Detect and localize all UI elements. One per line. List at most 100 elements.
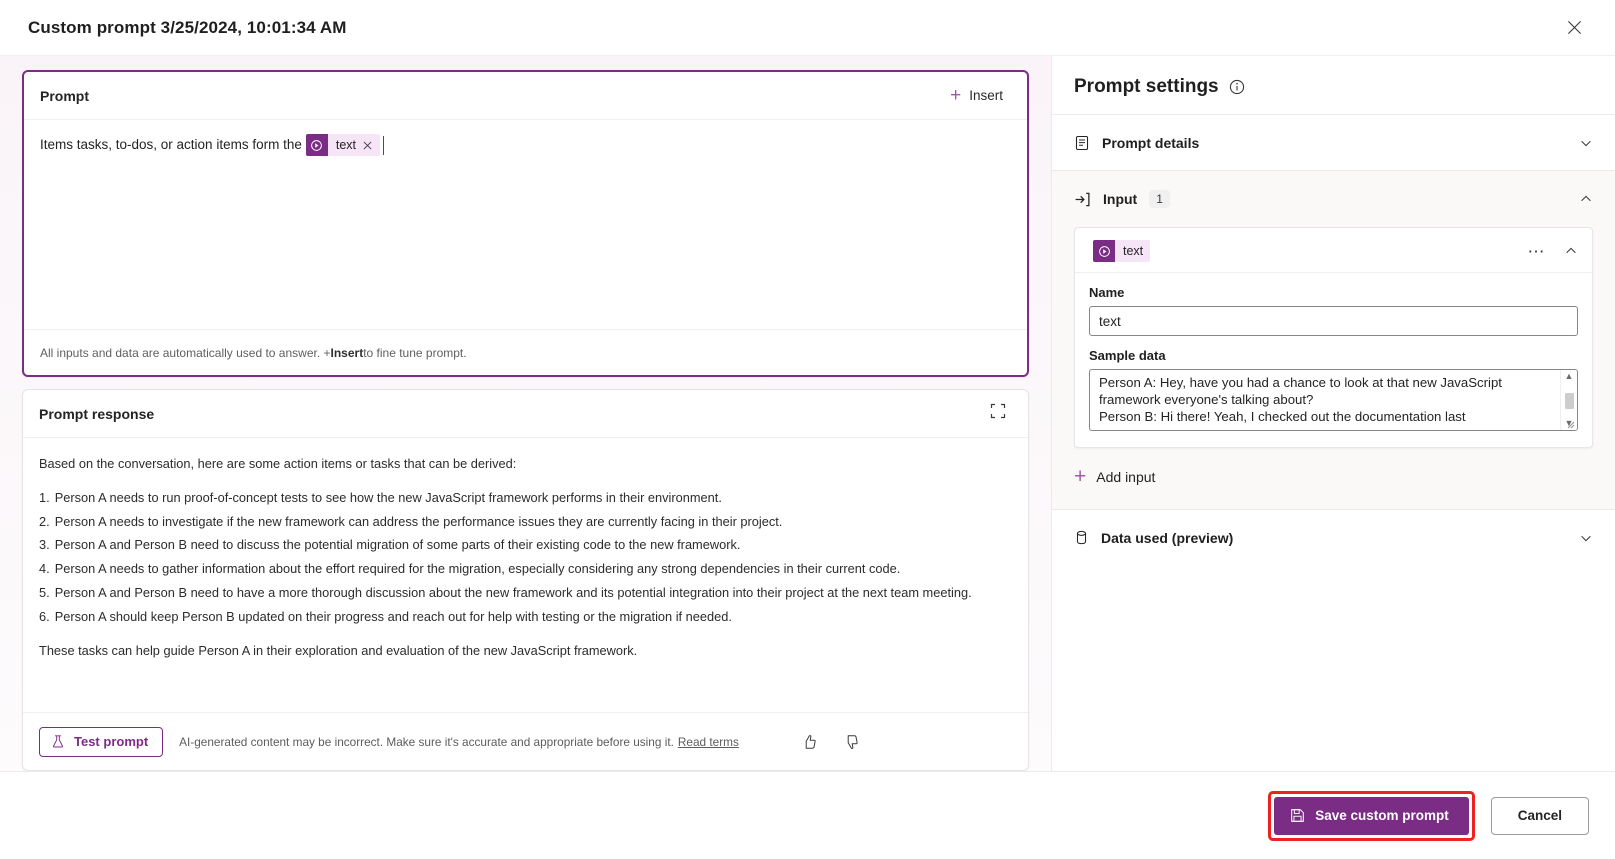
- list-item-number: 5.: [39, 585, 50, 601]
- read-terms-link[interactable]: Read terms: [678, 735, 739, 749]
- sample-data-label: Sample data: [1089, 348, 1166, 363]
- prompt-text-area[interactable]: Items tasks, to-dos, or action items for…: [24, 120, 1027, 329]
- list-item: 2. Person A needs to investigate if the …: [39, 512, 1012, 532]
- sample-data-textarea[interactable]: Person A: Hey, have you had a chance to …: [1089, 369, 1578, 431]
- save-button-highlight: Save custom prompt: [1268, 790, 1475, 841]
- list-item: 5. Person A and Person B need to have a …: [39, 583, 1012, 603]
- response-action-items: 1. Person A needs to run proof-of-concep…: [39, 488, 1012, 627]
- response-card-header: Prompt response: [23, 390, 1028, 438]
- prompt-settings-pane: Prompt settings Prompt details Input 1 t…: [1051, 56, 1615, 771]
- input-item-card: text ⋯ Name Sample data Person A: Hey, h…: [1074, 227, 1593, 448]
- page-title: Custom prompt 3/25/2024, 10:01:34 AM: [28, 17, 347, 37]
- prompt-token-label: text: [335, 138, 356, 152]
- add-input-label: Add input: [1096, 468, 1156, 485]
- name-input[interactable]: [1089, 306, 1578, 336]
- list-item-number: 3.: [39, 537, 50, 553]
- settings-header: Prompt settings: [1052, 56, 1615, 114]
- more-options-icon[interactable]: ⋯: [1528, 243, 1547, 260]
- thumb-up-button[interactable]: [797, 730, 821, 754]
- insert-button[interactable]: + Insert: [944, 82, 1009, 109]
- list-item-text: Person A needs to gather information abo…: [54, 561, 901, 577]
- input-card-collapse-button[interactable]: [1564, 244, 1578, 258]
- accordion-prompt-details[interactable]: Prompt details: [1052, 114, 1615, 170]
- accordion-input[interactable]: Input 1: [1052, 171, 1615, 227]
- save-icon: [1291, 809, 1305, 822]
- input-card-header: text ⋯: [1075, 228, 1592, 273]
- scroll-up-icon[interactable]: ▲: [1565, 372, 1574, 381]
- feedback-controls: [797, 730, 863, 754]
- database-icon: [1074, 530, 1089, 545]
- disclaimer-text: AI-generated content may be incorrect. M…: [179, 734, 674, 749]
- input-token-label: text: [1123, 244, 1144, 258]
- input-token-chip[interactable]: text: [1093, 240, 1151, 262]
- response-outro: These tasks can help guide Person A in t…: [39, 642, 638, 658]
- arrow-into-box-icon: [1074, 191, 1091, 208]
- left-pane: Prompt + Insert Items tasks, to-dos, or …: [0, 56, 1051, 771]
- expand-response-button[interactable]: [986, 399, 1010, 428]
- text-caret: [383, 135, 384, 155]
- flask-icon: [52, 735, 64, 748]
- prompt-editor-card: Prompt + Insert Items tasks, to-dos, or …: [22, 70, 1029, 377]
- list-item-text: Person A and Person B need to discuss th…: [54, 537, 741, 553]
- thumb-down-button[interactable]: [839, 730, 863, 754]
- prompt-label: Prompt: [40, 87, 89, 104]
- dialog-footer: Save custom prompt Cancel: [0, 771, 1615, 859]
- add-input-button[interactable]: + Add input: [1052, 466, 1615, 509]
- input-fields: Name Sample data Person A: Hey, have you…: [1075, 273, 1592, 447]
- info-icon: [1229, 79, 1244, 95]
- list-item: 1. Person A needs to run proof-of-concep…: [39, 488, 1012, 508]
- chevron-up-icon[interactable]: [1579, 192, 1593, 206]
- test-prompt-label: Test prompt: [74, 734, 149, 749]
- plus-icon: +: [1074, 465, 1087, 488]
- thumb-down-icon: [847, 734, 858, 749]
- list-item-text: Person A needs to investigate if the new…: [54, 513, 783, 529]
- test-prompt-button[interactable]: Test prompt: [39, 726, 164, 757]
- document-icon: [1074, 135, 1090, 151]
- save-custom-prompt-button[interactable]: Save custom prompt: [1274, 796, 1469, 835]
- prompt-footer-prefix: All inputs and data are automatically us…: [40, 345, 331, 360]
- list-item-text: Person A and Person B need to have a mor…: [54, 585, 972, 601]
- close-dialog-button[interactable]: [1557, 11, 1591, 45]
- prompt-details-label: Prompt details: [1102, 134, 1200, 151]
- dialog-body: Prompt + Insert Items tasks, to-dos, or …: [0, 56, 1615, 771]
- prompt-card-footer: All inputs and data are automatically us…: [24, 329, 1027, 375]
- prompt-token-chip[interactable]: text: [305, 134, 380, 156]
- list-item-number: 4.: [39, 561, 50, 577]
- response-card-footer: Test prompt AI-generated content may be …: [23, 712, 1028, 770]
- prompt-footer-bold: Insert: [330, 345, 364, 360]
- scrollbar-thumb[interactable]: [1564, 393, 1574, 409]
- prompt-static-text: Items tasks, to-dos, or action items for…: [40, 137, 302, 153]
- dialog-title-bar: Custom prompt 3/25/2024, 10:01:34 AM: [0, 0, 1615, 56]
- save-button-label: Save custom prompt: [1315, 808, 1449, 823]
- list-item: 6. Person A should keep Person B updated…: [39, 607, 1012, 627]
- list-item-number: 1.: [39, 489, 50, 505]
- insert-button-label: Insert: [969, 88, 1003, 103]
- plus-icon: +: [950, 85, 962, 106]
- chevron-down-icon[interactable]: [1579, 136, 1593, 150]
- prompt-line: Items tasks, to-dos, or action items for…: [40, 134, 1011, 156]
- cancel-button[interactable]: Cancel: [1490, 796, 1589, 835]
- chevron-down-icon[interactable]: [1579, 531, 1593, 545]
- resize-handle-icon[interactable]: [1567, 421, 1575, 429]
- settings-info-button[interactable]: [1229, 79, 1245, 95]
- prompt-footer-suffix: to fine tune prompt.: [363, 345, 467, 360]
- copilot-token-icon: [1093, 240, 1115, 262]
- list-item: 4. Person A needs to gather information …: [39, 559, 1012, 579]
- response-intro: Based on the conversation, here are some…: [39, 456, 517, 471]
- close-icon: [1567, 21, 1581, 34]
- input-count-badge: 1: [1149, 189, 1170, 209]
- list-item: 3. Person A and Person B need to discuss…: [39, 535, 1012, 555]
- data-used-label: Data used (preview): [1101, 529, 1234, 546]
- close-icon: [363, 141, 372, 149]
- chevron-up-icon: [1566, 247, 1576, 254]
- response-content: Based on the conversation, here are some…: [23, 438, 1028, 712]
- prompt-response-card: Prompt response Based on the conversatio…: [22, 389, 1029, 771]
- list-item-text: Person A needs to run proof-of-concept t…: [54, 489, 722, 505]
- ai-disclaimer: AI-generated content may be incorrect. M…: [179, 735, 739, 749]
- accordion-data-used[interactable]: Data used (preview): [1052, 509, 1615, 565]
- copilot-token-icon: [305, 134, 328, 156]
- list-item-text: Person A should keep Person B updated on…: [54, 608, 732, 624]
- prompt-token-remove-button[interactable]: [363, 141, 380, 150]
- prompt-card-header: Prompt + Insert: [24, 72, 1027, 120]
- input-section: Input 1 text ⋯ Name text Sample data Per…: [1052, 170, 1615, 509]
